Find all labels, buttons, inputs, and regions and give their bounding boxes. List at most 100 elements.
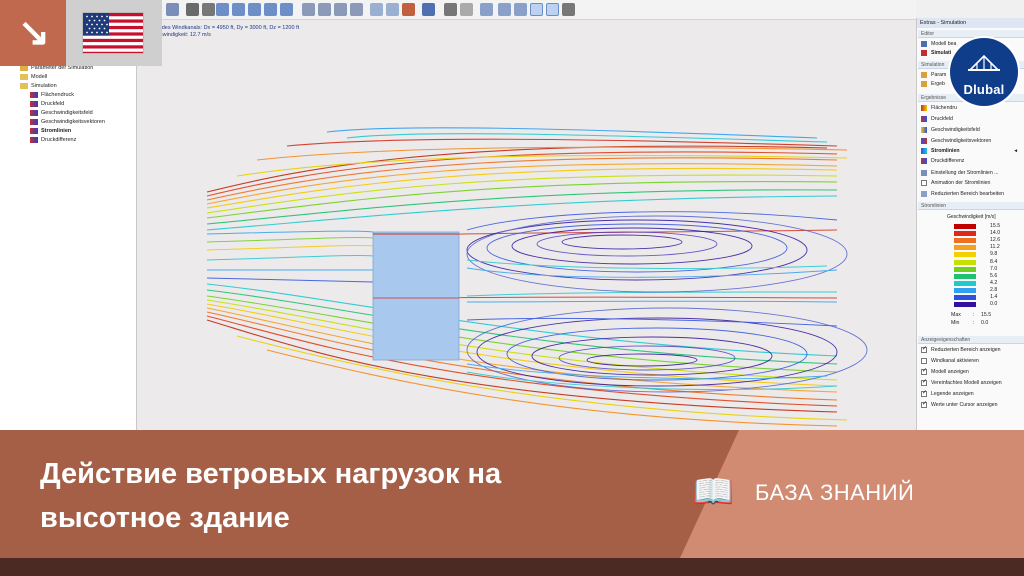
result-icon: [30, 118, 38, 125]
title-banner: Действие ветровых нагрузок на высотное з…: [0, 430, 1024, 558]
legend-swatch: [954, 266, 976, 272]
toolbar-toggle[interactable]: [530, 3, 543, 16]
panel-item[interactable]: Druckdifferenz: [921, 157, 964, 166]
model-icon: [921, 40, 927, 47]
max-colon: :: [973, 312, 975, 318]
legend-row: 15.5: [954, 223, 1014, 230]
tree-item[interactable]: Simulation: [20, 82, 57, 91]
panel-item[interactable]: Geschwindigkeitsfeld: [921, 126, 980, 135]
checkbox-checked-icon[interactable]: [921, 367, 927, 376]
checkbox-unchecked-icon[interactable]: [921, 357, 927, 364]
toolbar-button[interactable]: [334, 3, 347, 16]
toolbar-button[interactable]: [514, 3, 527, 16]
display-option-checkbox[interactable]: Windkanal aktivieren: [921, 357, 979, 366]
panel-item[interactable]: Param: [921, 71, 946, 80]
surface-pressure-icon: [921, 104, 927, 111]
checkbox-checked-icon[interactable]: [921, 389, 927, 398]
toolbar-button[interactable]: [460, 3, 473, 16]
us-flag-icon[interactable]: [82, 12, 144, 54]
toolbar-button[interactable]: [166, 3, 179, 16]
tree-item[interactable]: Druckdifferenz: [30, 136, 76, 145]
toolbar-button[interactable]: [350, 3, 363, 16]
toolbar-button[interactable]: [318, 3, 331, 16]
legend-value: 4.2: [990, 279, 998, 286]
tree-item-selected[interactable]: Stromlinien: [30, 127, 71, 136]
tree-item[interactable]: Druckfeld: [30, 100, 64, 109]
animation-checkbox[interactable]: Animation der Stromlinien: [921, 179, 990, 188]
toolbar-button[interactable]: [202, 3, 215, 16]
velocity-vectors-icon: [921, 137, 927, 144]
arrow-box[interactable]: ↘: [0, 0, 66, 66]
panel-item[interactable]: Reduzierten Bereich bearbeiten: [921, 190, 1004, 199]
streamlines-upper-outer: [206, 127, 848, 231]
banner-title-line1: Действие ветровых нагрузок на: [40, 458, 502, 490]
toolbar-toggle[interactable]: [546, 3, 559, 16]
tree-item[interactable]: Flächendruck: [30, 91, 74, 100]
toolbar-button[interactable]: [402, 3, 415, 16]
toolbar-button[interactable]: [248, 3, 261, 16]
streamlines-middle: [206, 229, 838, 303]
tree-item[interactable]: Geschwindigkeitsfeld: [30, 109, 93, 118]
legend-swatch: [954, 252, 976, 258]
panel-item-selected[interactable]: Stromlinien ◂: [921, 147, 1021, 156]
toolbar-button[interactable]: [422, 3, 435, 16]
panel-item[interactable]: Einstellung der Stromlinien ...: [921, 169, 998, 178]
checkbox-label: Werte unter Cursor anzeigen: [931, 402, 998, 408]
model-viewport[interactable]: nen des Windkanals: Dx = 4950 ft, Dy = 3…: [137, 20, 916, 430]
knowledge-base-label[interactable]: БАЗА ЗНАНИЙ: [755, 480, 914, 506]
folder-icon: [20, 82, 28, 89]
checkbox-checked-icon[interactable]: [921, 378, 927, 387]
checkbox-label: Vereinfachtes Modell anzeigen: [931, 380, 1002, 386]
legend-value: 9.8: [990, 251, 998, 258]
toolbar-button[interactable]: [264, 3, 277, 16]
display-option-checkbox[interactable]: Vereinfachtes Modell anzeigen: [921, 378, 1002, 388]
legend-row: 9.8: [954, 251, 1014, 258]
toolbar-button[interactable]: [498, 3, 511, 16]
legend-row: 5.6: [954, 273, 1014, 280]
legend-value: 1.4: [990, 294, 998, 300]
panel-item[interactable]: Modell bea: [921, 40, 956, 49]
toolbar-button[interactable]: [480, 3, 493, 16]
results-icon: [921, 80, 927, 87]
checkbox-checked-icon[interactable]: [921, 345, 927, 354]
display-option-checkbox[interactable]: Modell anzeigen: [921, 367, 969, 377]
simulation-icon: [921, 49, 927, 56]
display-option-checkbox[interactable]: Reduzierten Bereich anzeigen: [921, 345, 1001, 355]
max-label: Max: [951, 312, 961, 318]
tree-item[interactable]: Geschwindigkeitsvektoren: [30, 118, 105, 127]
building-model[interactable]: [372, 231, 460, 361]
tree-item[interactable]: Modell: [20, 73, 47, 82]
legend-row: 8.4: [954, 259, 1014, 266]
arrow-down-right-icon: ↘: [18, 12, 50, 54]
toolbar-button[interactable]: [562, 3, 575, 16]
toolbar-button[interactable]: [302, 3, 315, 16]
panel-item[interactable]: Geschwindigkeitsvektoren: [921, 137, 991, 146]
toolbar-button[interactable]: [232, 3, 245, 16]
legend-swatch: [954, 273, 976, 279]
toolbar-button[interactable]: [370, 3, 383, 16]
dlubal-logo: Dlubal: [950, 38, 1018, 106]
caret-left-icon: ◂: [1014, 148, 1017, 154]
checkbox-checked-icon[interactable]: [921, 400, 927, 409]
toolbar-button[interactable]: [444, 3, 457, 16]
legend-swatch: [954, 224, 976, 229]
toolbar-button[interactable]: [216, 3, 229, 16]
toolbar-button[interactable]: [386, 3, 399, 16]
panel-item[interactable]: Druckfeld: [921, 115, 953, 124]
banner-title: Действие ветровых нагрузок на высотное з…: [40, 452, 501, 540]
legend-row: 0.0: [954, 301, 1014, 308]
legend-row: 11.2: [954, 244, 1014, 251]
streamlines-lower-outer: [206, 283, 848, 427]
panel-item[interactable]: Simulati: [921, 49, 951, 58]
toolbar-button[interactable]: [186, 3, 199, 16]
toolbar-button[interactable]: [280, 3, 293, 16]
display-option-checkbox[interactable]: Legende anzeigen: [921, 389, 974, 399]
panel-item[interactable]: Flächendru: [921, 104, 957, 113]
display-option-checkbox[interactable]: Werte unter Cursor anzeigen: [921, 400, 998, 410]
section-streamlines: Stromlinien: [918, 202, 1024, 210]
min-label: Min: [951, 320, 960, 326]
legend-value: 0.0: [990, 301, 998, 308]
panel-item[interactable]: Ergeb: [921, 80, 945, 89]
result-icon: [30, 100, 38, 107]
result-icon: [30, 109, 38, 116]
